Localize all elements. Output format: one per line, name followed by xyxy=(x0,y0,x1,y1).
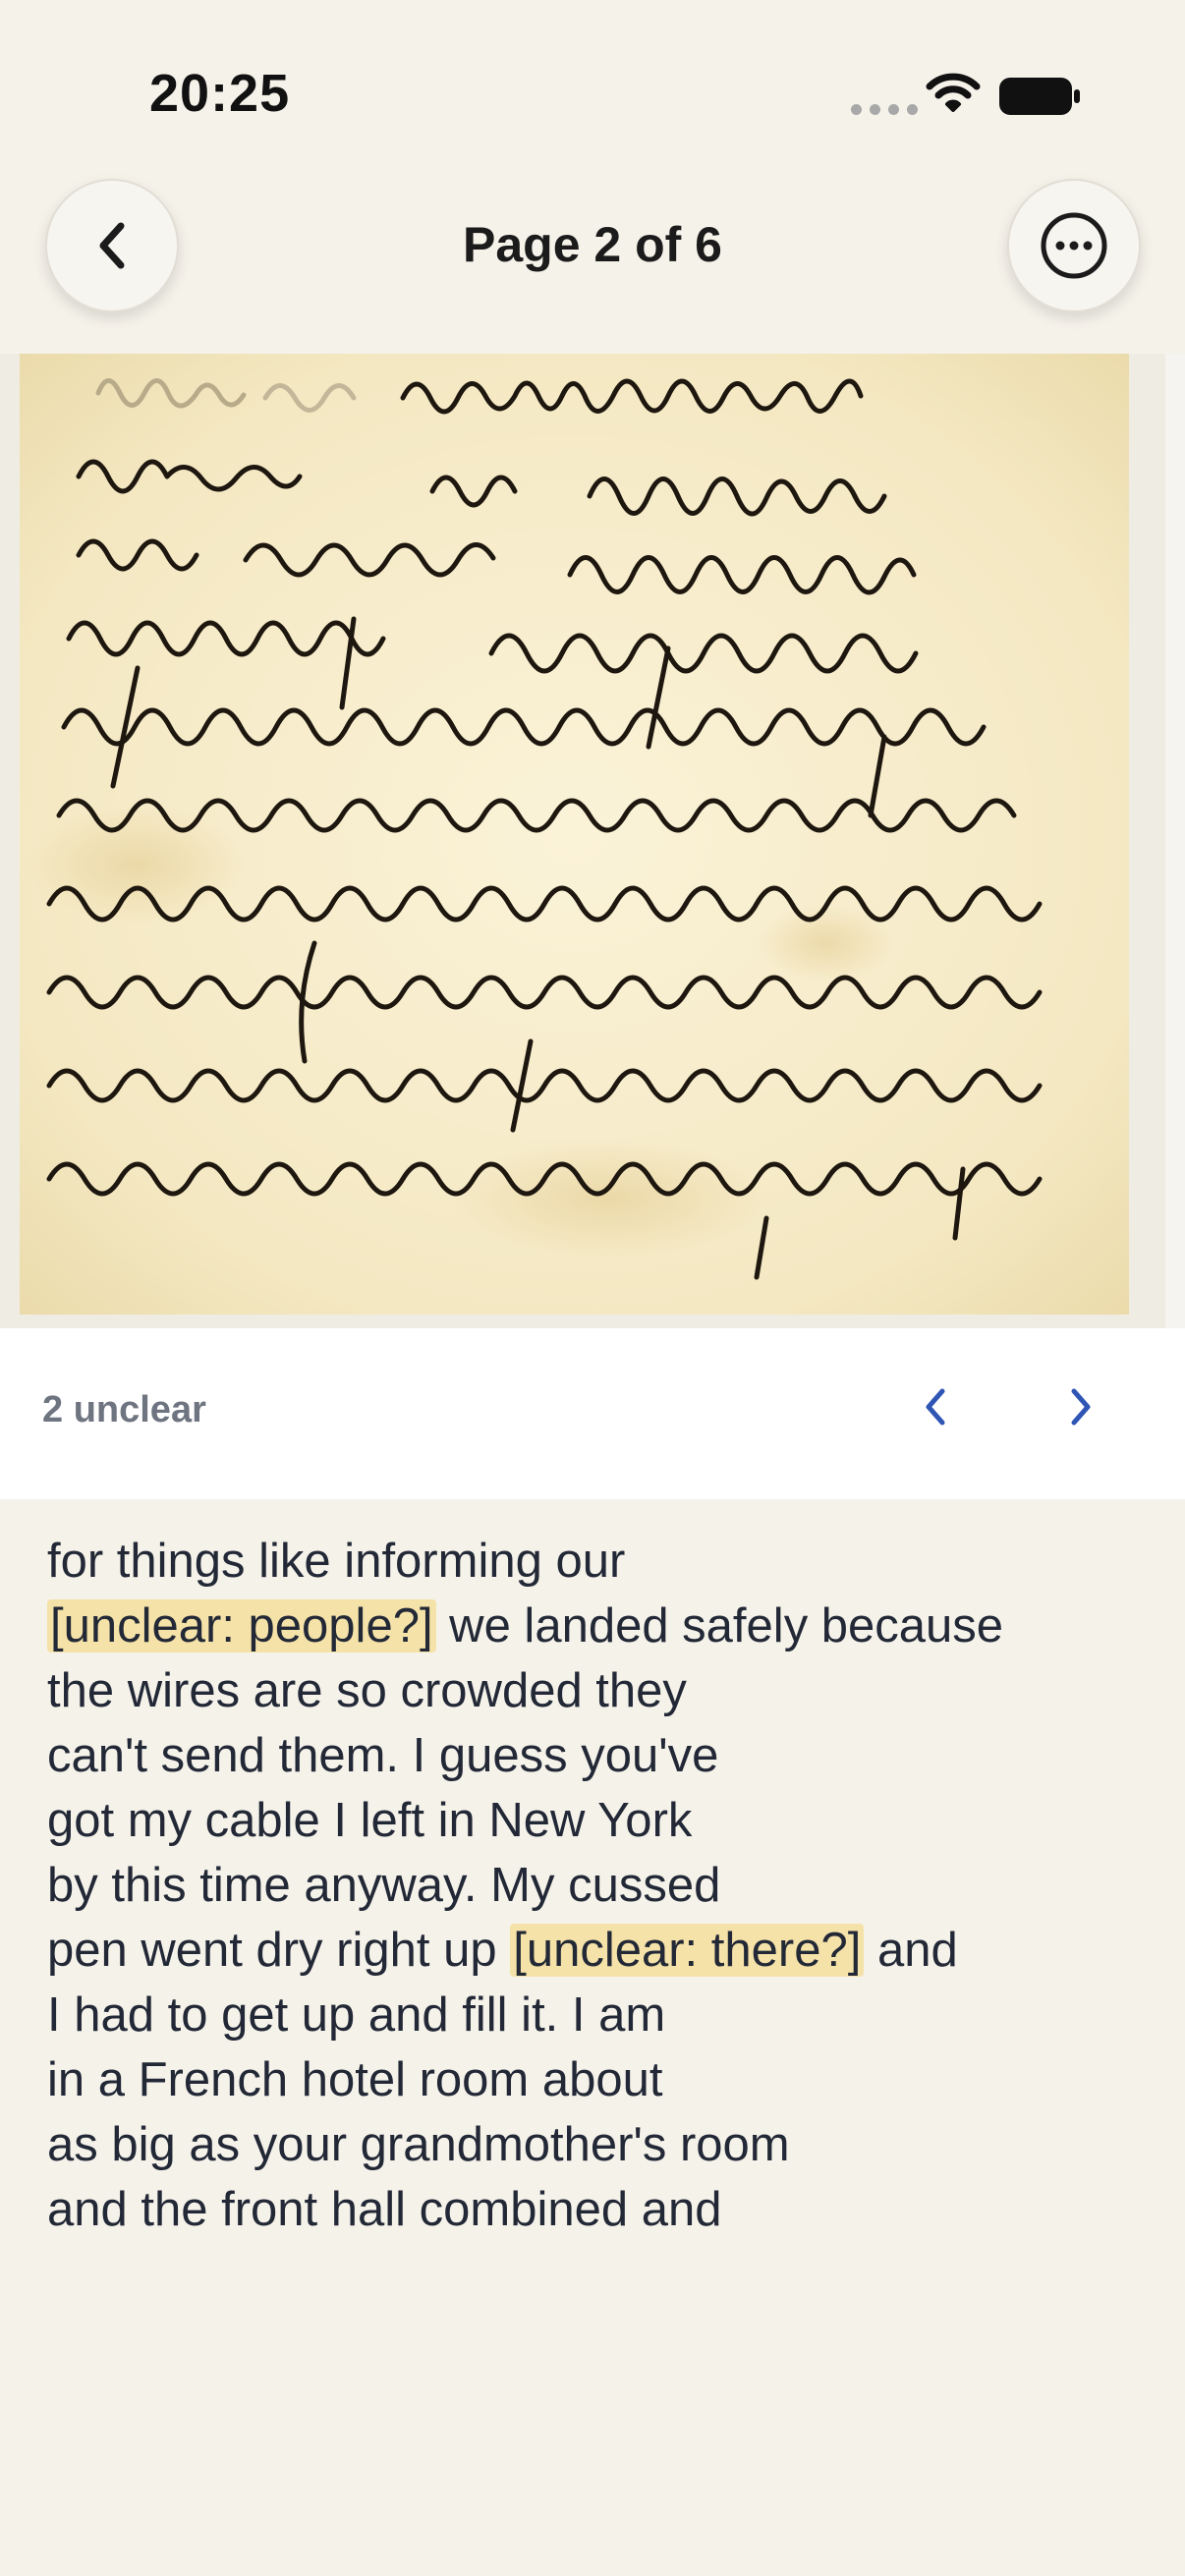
handwritten-letter-image xyxy=(20,354,1129,1315)
transcription-line: can't send them. I guess you've xyxy=(47,1723,1148,1788)
cellular-signal-icon xyxy=(851,104,918,115)
line-text: got my cable I left in New York xyxy=(47,1794,693,1847)
transcription-line: for things like informing our xyxy=(47,1529,1148,1594)
transcription-line: in a French hotel room about xyxy=(47,2047,1148,2112)
transcription-line: pen went dry right up [unclear: there?] … xyxy=(47,1918,1148,1983)
ellipsis-circle-icon xyxy=(1041,212,1107,279)
line-text: for things like informing our xyxy=(47,1535,626,1588)
line-text: by this time anyway. My cussed xyxy=(47,1859,721,1912)
more-options-button[interactable] xyxy=(1007,179,1141,312)
transcription-line: by this time anyway. My cussed xyxy=(47,1853,1148,1918)
transcription-line: [unclear: people?] we landed safely beca… xyxy=(47,1594,1148,1658)
next-unclear-button[interactable] xyxy=(1051,1377,1110,1436)
transcription-line: and the front hall combined and xyxy=(47,2177,1148,2242)
transcription-line: got my cable I left in New York xyxy=(47,1788,1148,1853)
transcription-text[interactable]: for things like informing our [unclear: … xyxy=(47,1529,1148,2242)
unclear-count: 2 unclear xyxy=(42,1389,206,1430)
status-time: 20:25 xyxy=(149,64,291,123)
line-text: we landed safely because xyxy=(435,1599,1004,1652)
chevron-right-icon xyxy=(1071,1388,1091,1426)
status-bar: 20:25 xyxy=(0,0,1185,177)
wifi-icon xyxy=(926,73,981,112)
line-text: and xyxy=(864,1924,958,1977)
line-text: as big as your grandmother's room xyxy=(47,2118,790,2171)
chevron-left-icon xyxy=(926,1388,945,1426)
letter-image-container[interactable] xyxy=(0,354,1185,1328)
unclear-marker[interactable]: [unclear: people?] xyxy=(47,1599,436,1652)
line-text: in a French hotel room about xyxy=(47,2053,663,2106)
line-text: can't send them. I guess you've xyxy=(47,1729,719,1782)
battery-icon xyxy=(999,78,1080,115)
unclear-marker[interactable]: [unclear: there?] xyxy=(510,1924,865,1977)
transcription-line: the wires are so crowded they xyxy=(47,1658,1148,1723)
line-text: the wires are so crowded they xyxy=(47,1664,687,1717)
line-text: pen went dry right up xyxy=(47,1924,511,1977)
transcription-line: as big as your grandmother's room xyxy=(47,2112,1148,2177)
right-gutter xyxy=(1165,354,1185,1328)
previous-unclear-button[interactable] xyxy=(906,1377,965,1436)
transcription-line: I had to get up and fill it. I am xyxy=(47,1983,1148,2047)
unclear-nav-bar: 2 unclear xyxy=(0,1328,1185,1499)
line-text: and the front hall combined and xyxy=(47,2183,722,2236)
header: Page 2 of 6 xyxy=(0,177,1185,354)
line-text: I had to get up and fill it. I am xyxy=(47,1988,666,2042)
